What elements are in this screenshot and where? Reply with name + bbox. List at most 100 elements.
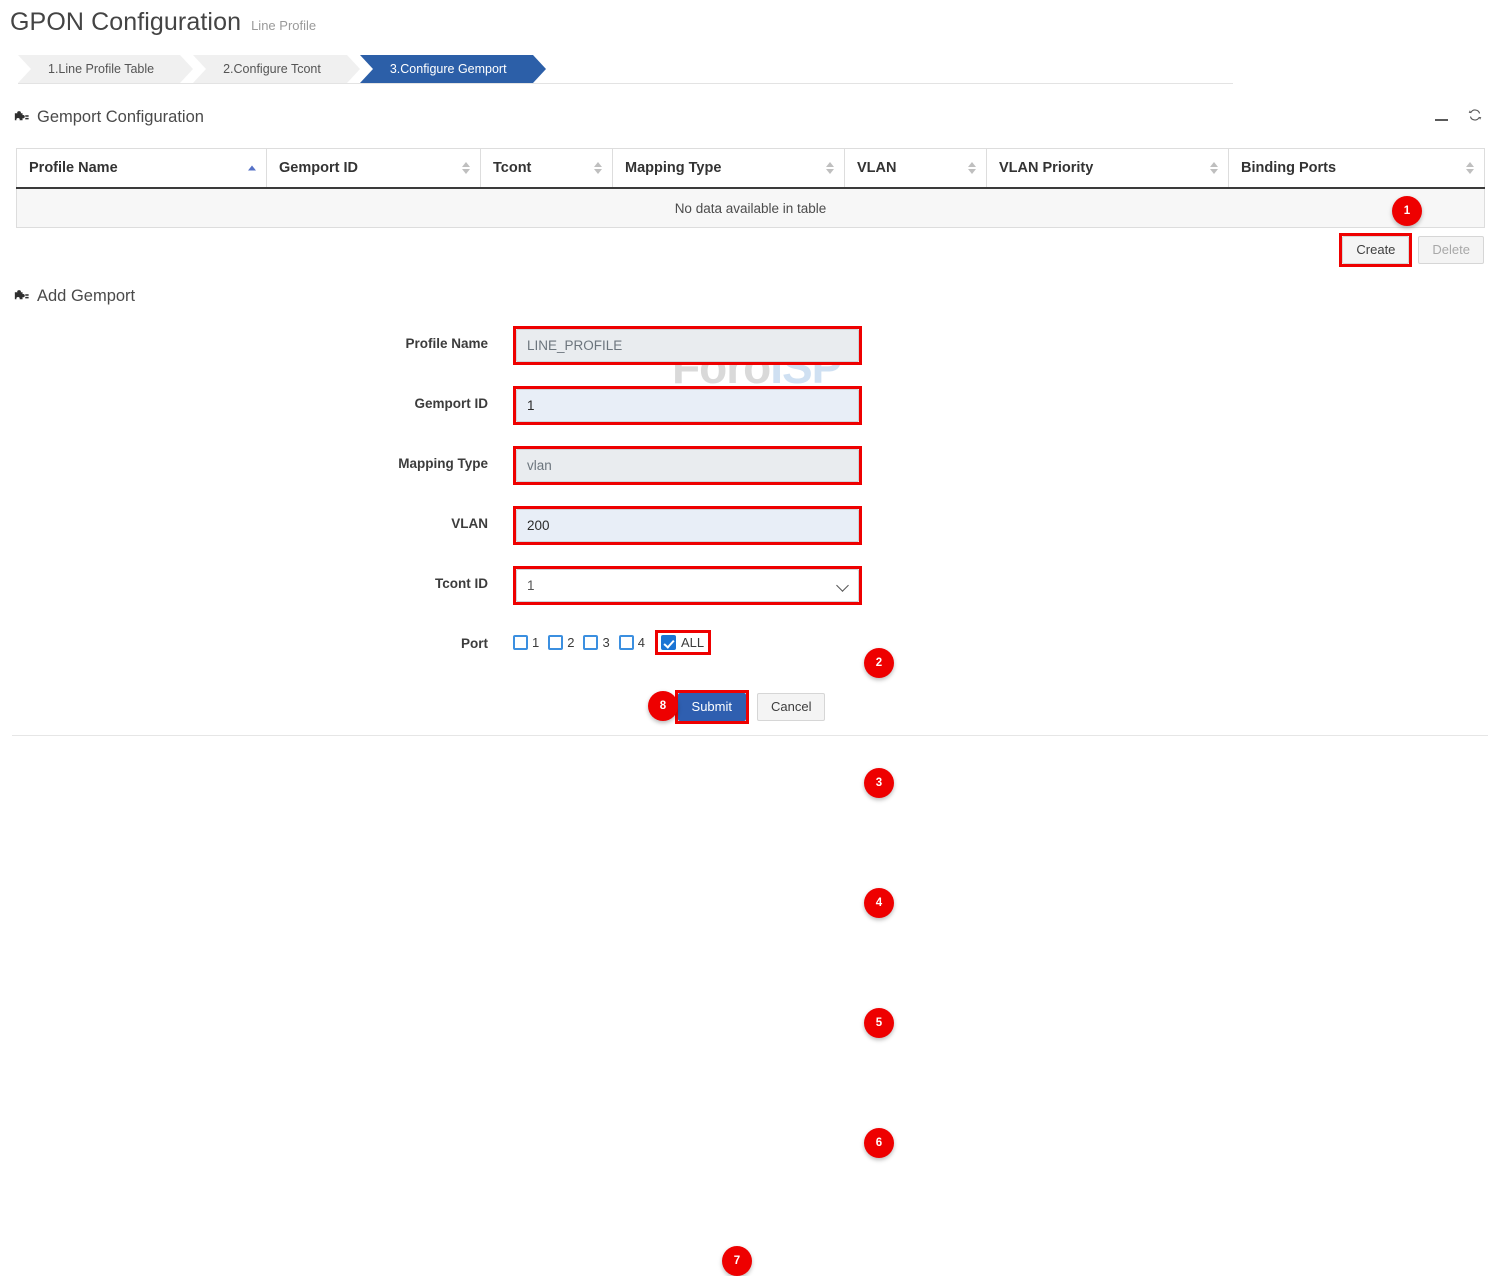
table-col-profile-name[interactable]: Profile Name: [17, 149, 267, 189]
form-row-tcont-id: Tcont ID 1 6: [0, 560, 1500, 620]
panel-tools: [1435, 108, 1482, 124]
annotation-badge-1: 1: [1392, 196, 1422, 226]
wizard-step-3-label: 3.Configure Gemport: [390, 62, 507, 76]
annotation-badge-2: 2: [864, 648, 894, 678]
port-checkbox-3[interactable]: [583, 635, 598, 650]
table-empty-row: No data available in table: [17, 188, 1485, 228]
wizard-divider: [18, 83, 1233, 84]
sort-arrows-icon: [594, 162, 602, 174]
minus-icon[interactable]: [1435, 109, 1448, 123]
port-checkbox-3-item[interactable]: 3: [583, 635, 609, 650]
table-col-binding-ports-label: Binding Ports: [1241, 160, 1336, 176]
form-row-mapping-type: Mapping Type 4: [0, 440, 1500, 500]
port-checkbox-2-label: 2: [567, 635, 574, 650]
gemport-id-label: Gemport ID: [280, 396, 488, 411]
form-row-vlan: VLAN 5: [0, 500, 1500, 560]
mapping-type-label: Mapping Type: [280, 456, 488, 471]
annotation-badge-4: 4: [864, 888, 894, 918]
cancel-button[interactable]: Cancel: [757, 693, 825, 721]
annotation-badge-3: 3: [864, 768, 894, 798]
profile-name-label: Profile Name: [280, 336, 488, 351]
page-title-sub: Line Profile: [251, 18, 316, 33]
puzzle-icon: [14, 289, 29, 304]
table-col-tcont[interactable]: Tcont: [481, 149, 613, 189]
annotation-badge-7: 7: [722, 1246, 752, 1276]
gemport-table: Profile Name Gemport ID Tcont Mapping Ty…: [16, 148, 1485, 228]
puzzle-icon: [14, 110, 29, 125]
tcont-id-field-highlight: 1: [513, 566, 862, 605]
add-gemport-panel-header: Add Gemport: [14, 287, 135, 306]
port-checkbox-4[interactable]: [619, 635, 634, 650]
vlan-input[interactable]: [516, 509, 859, 542]
vlan-label: VLAN: [280, 516, 488, 531]
table-col-profile-name-label: Profile Name: [29, 160, 118, 176]
submit-button-highlight: Submit: [675, 690, 749, 724]
add-gemport-title: Add Gemport: [37, 287, 135, 306]
form-row-port: Port 1 2 3 4: [0, 620, 1500, 680]
annotation-badge-8: 8: [648, 691, 678, 721]
table-col-vlan-priority-label: VLAN Priority: [999, 160, 1093, 176]
form-actions: 8 Submit Cancel: [0, 690, 1500, 724]
annotation-badge-5: 5: [864, 1008, 894, 1038]
mapping-type-field-highlight: [513, 446, 862, 485]
table-col-tcont-label: Tcont: [493, 160, 531, 176]
table-col-gemport-id-label: Gemport ID: [279, 160, 358, 176]
mapping-type-input[interactable]: [516, 449, 859, 482]
wizard-step-2-label: 2.Configure Tcont: [223, 62, 321, 76]
vlan-field-highlight: [513, 506, 862, 545]
wizard-step-1-label: 1.Line Profile Table: [48, 62, 154, 76]
sort-arrows-icon: [1466, 162, 1474, 174]
port-checkbox-2[interactable]: [548, 635, 563, 650]
refresh-icon[interactable]: [1468, 108, 1482, 124]
sort-arrows-icon: [826, 162, 834, 174]
table-col-mapping-type[interactable]: Mapping Type: [613, 149, 845, 189]
gemport-config-title: Gemport Configuration: [37, 108, 204, 127]
form-row-profile-name: Profile Name 2: [0, 320, 1500, 380]
delete-button: Delete: [1418, 236, 1484, 264]
add-gemport-form: Profile Name 2 Gemport ID 3 Mapping Type…: [0, 320, 1500, 680]
gemport-id-input[interactable]: [516, 389, 859, 422]
wizard-step-2[interactable]: 2.Configure Tcont: [193, 55, 347, 83]
table-col-binding-ports[interactable]: Binding Ports: [1229, 149, 1485, 189]
port-checkbox-1-item[interactable]: 1: [513, 635, 539, 650]
table-col-gemport-id[interactable]: Gemport ID: [267, 149, 481, 189]
form-row-gemport-id: Gemport ID 3: [0, 380, 1500, 440]
port-checkbox-1-label: 1: [532, 635, 539, 650]
sort-arrows-icon: [248, 166, 256, 171]
annotation-badge-6: 6: [864, 1128, 894, 1158]
gemport-config-panel-header: Gemport Configuration: [14, 108, 204, 127]
wizard-step-3[interactable]: 3.Configure Gemport: [360, 55, 533, 83]
wizard-step-1[interactable]: 1.Line Profile Table: [18, 55, 180, 83]
wizard-steps: 1.Line Profile Table 2.Configure Tcont 3…: [18, 55, 546, 83]
footer-divider: [12, 735, 1488, 736]
table-col-mapping-type-label: Mapping Type: [625, 160, 721, 176]
table-actions: Create Delete: [1339, 233, 1484, 267]
port-checkbox-1[interactable]: [513, 635, 528, 650]
port-checkbox-4-label: 4: [638, 635, 645, 650]
port-checkbox-4-item[interactable]: 4: [619, 635, 645, 650]
page-title-main: GPON Configuration: [10, 8, 241, 37]
sort-arrows-icon: [462, 162, 470, 174]
page-title: GPON Configuration Line Profile: [10, 8, 316, 37]
port-checkbox-group: 1 2 3 4 ALL: [513, 630, 711, 655]
port-checkbox-3-label: 3: [602, 635, 609, 650]
sort-arrows-icon: [1210, 162, 1218, 174]
sort-arrows-icon: [968, 162, 976, 174]
tcont-id-select[interactable]: 1: [516, 569, 859, 602]
table-col-vlan-priority[interactable]: VLAN Priority: [987, 149, 1229, 189]
port-label: Port: [280, 636, 488, 651]
table-header-row: Profile Name Gemport ID Tcont Mapping Ty…: [17, 149, 1485, 189]
table-col-vlan[interactable]: VLAN: [845, 149, 987, 189]
profile-name-field-highlight: [513, 326, 862, 365]
submit-button[interactable]: Submit: [678, 693, 746, 721]
port-checkbox-all-highlight: ALL: [655, 630, 711, 655]
port-checkbox-2-item[interactable]: 2: [548, 635, 574, 650]
profile-name-input[interactable]: [516, 329, 859, 362]
gemport-id-field-highlight: [513, 386, 862, 425]
create-button-highlight: Create: [1339, 233, 1412, 267]
port-checkbox-all-label: ALL: [681, 635, 704, 650]
port-checkbox-all[interactable]: [661, 635, 676, 650]
create-button[interactable]: Create: [1342, 236, 1409, 264]
table-empty-message: No data available in table: [17, 188, 1485, 228]
table-col-vlan-label: VLAN: [857, 160, 896, 176]
